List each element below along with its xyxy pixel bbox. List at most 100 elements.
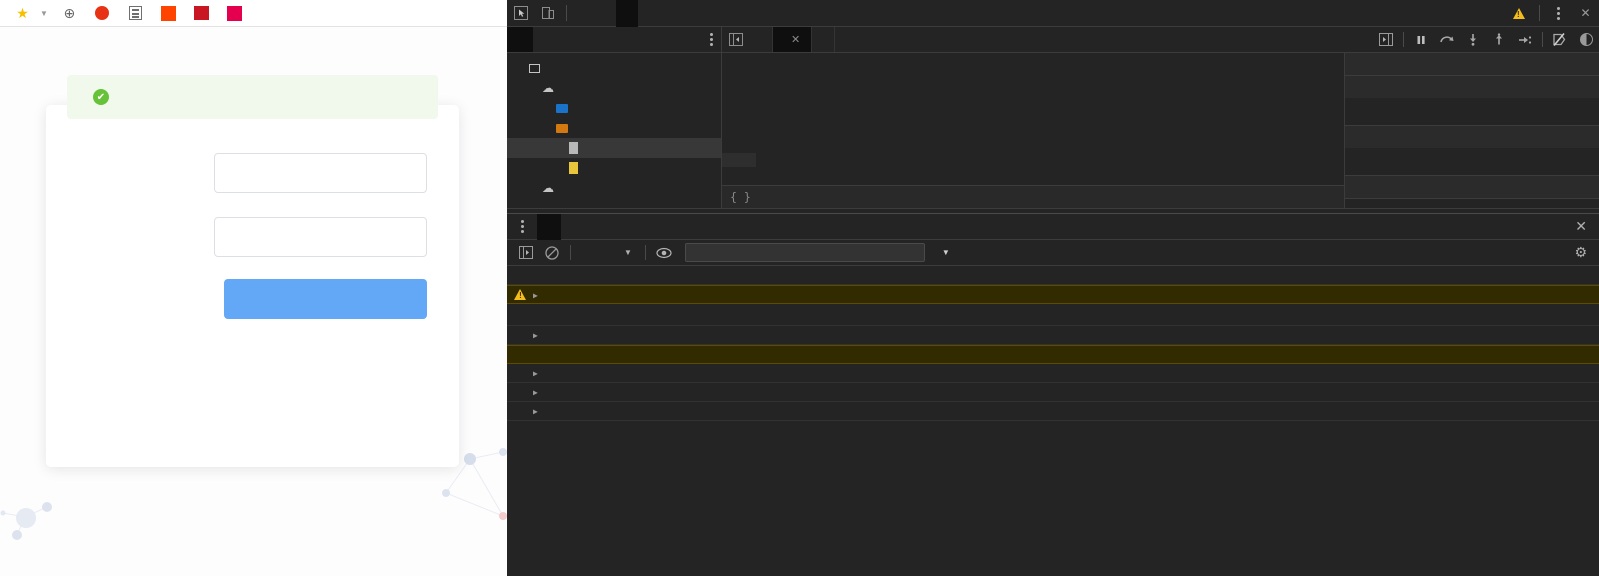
nav-tab-page[interactable]	[507, 27, 533, 52]
login-page-body: ✔	[0, 27, 507, 576]
tree-row-top[interactable]	[507, 58, 721, 78]
tree-row-appjs[interactable]	[507, 158, 721, 178]
tab-performance[interactable]	[660, 0, 682, 27]
expand-arrow-icon[interactable]: ▶	[533, 385, 543, 397]
console-row-response-4[interactable]: ▶	[507, 402, 1599, 421]
console-row-response-3[interactable]: ▶	[507, 383, 1599, 402]
password-input[interactable]	[214, 217, 427, 257]
deactivate-breakpoints-icon[interactable]	[1547, 27, 1573, 53]
clear-console-icon[interactable]	[539, 242, 565, 264]
console-drawer-toggle-icon[interactable]	[1573, 27, 1599, 53]
step-into-icon[interactable]	[1460, 27, 1486, 53]
cloud-icon: ☁	[542, 181, 554, 195]
pause-icon[interactable]	[1408, 27, 1434, 53]
tree-row-project-folder[interactable]	[507, 118, 721, 138]
expand-arrow-icon[interactable]: ▶	[533, 328, 543, 340]
console-row-vue-devtools[interactable]	[507, 304, 1599, 326]
step-over-icon[interactable]	[1434, 27, 1460, 53]
console-row-vue-router-warning[interactable]: ▶	[507, 285, 1599, 304]
kebab-menu-icon[interactable]	[1545, 0, 1572, 26]
console-filter-input[interactable]	[684, 243, 925, 262]
login-card	[46, 105, 459, 467]
success-check-icon: ✔	[93, 89, 109, 105]
line-number	[722, 55, 756, 69]
submit-button[interactable]	[224, 279, 427, 319]
console-prompt[interactable]	[507, 421, 1599, 443]
tree-row-static-fonts[interactable]	[507, 98, 721, 118]
pretty-print-icon[interactable]: { }	[730, 190, 751, 204]
book-icon	[128, 6, 143, 21]
tab-sources[interactable]	[616, 0, 638, 27]
success-alert: ✔	[67, 75, 438, 119]
tab-network[interactable]	[638, 0, 660, 27]
expand-arrow-icon[interactable]: ▶	[533, 366, 543, 378]
tab-audits[interactable]	[748, 0, 770, 27]
expand-arrow-icon[interactable]: ▶	[533, 404, 543, 416]
source-tab-sockjs[interactable]	[812, 27, 836, 52]
section-header-call-stack[interactable]	[1345, 76, 1599, 98]
bookmark-games[interactable]	[88, 0, 121, 27]
expand-arrow-icon[interactable]: ▶	[533, 288, 543, 300]
live-expression-icon[interactable]	[651, 242, 677, 264]
tree-row-localhost[interactable]: ☁	[507, 78, 721, 98]
navigator-tabs	[507, 27, 722, 52]
section-watch	[1345, 53, 1599, 76]
tree-row-index[interactable]	[507, 138, 721, 158]
close-drawer-icon[interactable]: ✕	[1563, 218, 1599, 235]
step-out-icon[interactable]	[1486, 27, 1512, 53]
chevron-down-icon: ▼	[941, 248, 950, 257]
source-tab-index-bed3[interactable]: ✕	[773, 27, 813, 52]
more-tabs-icon[interactable]	[559, 27, 575, 52]
console-sidebar-icon[interactable]	[513, 242, 539, 264]
tab-elements[interactable]	[572, 0, 594, 27]
show-debugger-sidebar-icon[interactable]	[1373, 27, 1399, 53]
username-input[interactable]	[214, 153, 427, 193]
device-toggle-icon[interactable]	[534, 0, 561, 26]
divider	[566, 5, 567, 21]
execution-context-selector[interactable]: ▼	[576, 248, 640, 257]
row-gutter	[507, 328, 533, 329]
inspect-cursor-icon[interactable]	[507, 0, 534, 26]
star-icon: ★	[16, 5, 29, 21]
line-number	[722, 139, 756, 153]
tab-memory[interactable]	[682, 0, 704, 27]
bookmark-jd[interactable]	[187, 0, 220, 27]
devtools-panel: ✕ ✕	[507, 0, 1599, 576]
warning-counter[interactable]	[1513, 7, 1534, 19]
tab-application[interactable]	[704, 0, 726, 27]
step-icon[interactable]	[1512, 27, 1538, 53]
line-number-gutter	[722, 55, 764, 185]
bookmark-juhuasuan[interactable]	[220, 0, 253, 27]
nav-tab-filesystem[interactable]	[533, 27, 559, 52]
section-header-breakpoints[interactable]	[1345, 176, 1599, 198]
section-header-watch[interactable]	[1345, 53, 1599, 75]
close-icon[interactable]: ✕	[1572, 0, 1599, 26]
console-row-intervention-warning[interactable]	[507, 345, 1599, 364]
drawer-kebab-icon[interactable]	[507, 220, 537, 233]
close-tab-icon[interactable]: ✕	[791, 33, 800, 46]
row-gutter	[507, 404, 533, 405]
show-navigator-icon[interactable]	[722, 27, 750, 52]
chevron-down-icon: ▼	[40, 8, 48, 18]
frame-icon	[526, 63, 542, 73]
navigator-kebab-icon[interactable]	[702, 27, 721, 52]
gear-icon[interactable]: ⚙	[1574, 244, 1593, 261]
browser-page: ★ ▼ ⊕ ✔	[0, 0, 507, 576]
drawer-tab-console[interactable]	[537, 213, 561, 240]
sogou-icon	[95, 6, 110, 21]
console-row-response-2[interactable]: ▶	[507, 364, 1599, 383]
code-view[interactable]	[722, 53, 1344, 185]
console-row-response-1[interactable]: ▶	[507, 326, 1599, 345]
tab-security[interactable]	[726, 0, 748, 27]
bookmark-novels[interactable]	[121, 0, 154, 27]
source-tab-index-localhost[interactable]	[750, 27, 773, 52]
log-levels-selector[interactable]: ▼	[937, 248, 950, 257]
bookmark-nav[interactable]: ⊕	[55, 0, 88, 27]
section-header-scope[interactable]	[1345, 126, 1599, 148]
bookmark-taobao[interactable]	[154, 0, 187, 27]
devtools-subtoolbar: ✕	[507, 27, 1599, 53]
tab-console[interactable]	[594, 0, 616, 27]
tree-row-no-domain[interactable]: ☁	[507, 178, 721, 198]
console-row-hmr[interactable]	[507, 266, 1599, 285]
bookmark-favorites[interactable]: ★ ▼	[8, 0, 55, 27]
